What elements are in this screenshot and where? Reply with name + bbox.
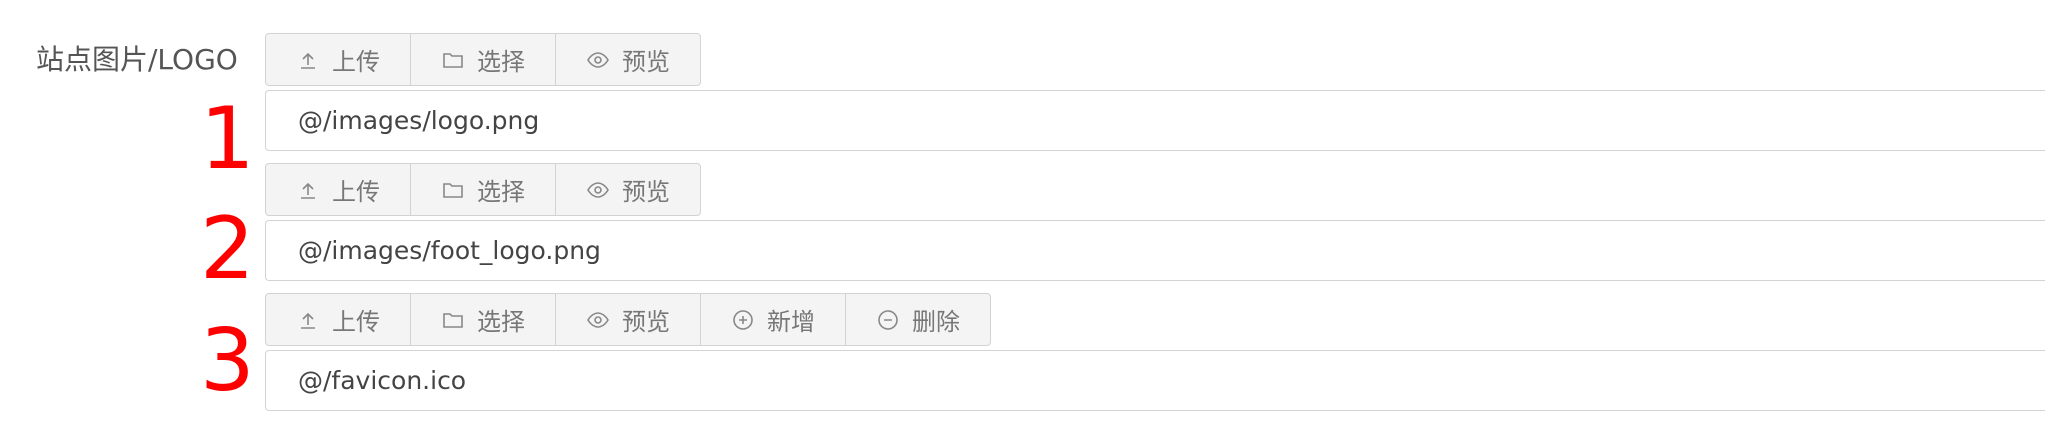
image-field-group-1: 上传 选择 预览 @/images/logo.png <box>265 33 2045 151</box>
preview-button[interactable]: 预览 <box>556 34 700 85</box>
preview-label: 预览 <box>622 48 670 76</box>
preview-button[interactable]: 预览 <box>556 294 701 345</box>
folder-icon <box>443 312 463 328</box>
image-field-group-3: 上传 选择 预览 新增 删除 @/favicon.ico <box>265 293 2045 411</box>
eye-icon <box>587 51 609 68</box>
upload-icon <box>301 312 315 329</box>
upload-icon <box>301 52 315 69</box>
select-button[interactable]: 选择 <box>411 164 556 215</box>
select-label: 选择 <box>477 48 525 76</box>
folder-icon <box>443 182 463 198</box>
image-toolbar-3: 上传 选择 预览 新增 删除 <box>265 293 991 346</box>
upload-button[interactable]: 上传 <box>266 294 411 345</box>
annotation-number-2: 2 <box>200 199 255 299</box>
upload-icon <box>301 182 315 199</box>
upload-label: 上传 <box>332 48 380 76</box>
image-field-group-2: 上传 选择 预览 @/images/foot_logo.png <box>265 163 2045 281</box>
image-path-input-1[interactable]: @/images/logo.png <box>265 90 2045 151</box>
upload-label: 上传 <box>332 178 380 206</box>
eye-icon <box>587 311 609 328</box>
eye-icon <box>587 181 609 198</box>
preview-label: 预览 <box>622 308 670 336</box>
minus-circle-icon <box>878 309 898 330</box>
delete-label: 删除 <box>912 308 960 336</box>
select-label: 选择 <box>477 178 525 206</box>
plus-circle-icon <box>733 309 753 330</box>
preview-button[interactable]: 预览 <box>556 164 700 215</box>
select-label: 选择 <box>477 308 525 336</box>
image-toolbar-2: 上传 选择 预览 <box>265 163 701 216</box>
annotation-number-1: 1 <box>200 89 255 189</box>
select-button[interactable]: 选择 <box>411 294 556 345</box>
add-label: 新增 <box>767 308 815 336</box>
upload-button[interactable]: 上传 <box>266 164 411 215</box>
upload-button[interactable]: 上传 <box>266 34 411 85</box>
add-button[interactable]: 新增 <box>701 294 846 345</box>
image-toolbar-1: 上传 选择 预览 <box>265 33 701 86</box>
image-path-value: @/images/foot_logo.png <box>298 236 601 265</box>
image-path-value: @/favicon.ico <box>298 366 467 395</box>
image-path-input-3[interactable]: @/favicon.ico <box>265 350 2045 411</box>
image-path-value: @/images/logo.png <box>298 106 540 135</box>
delete-button[interactable]: 删除 <box>846 294 990 345</box>
upload-label: 上传 <box>332 308 380 336</box>
select-button[interactable]: 选择 <box>411 34 556 85</box>
annotation-number-3: 3 <box>200 311 255 411</box>
field-label: 站点图片/LOGO <box>36 43 238 76</box>
image-path-input-2[interactable]: @/images/foot_logo.png <box>265 220 2045 281</box>
folder-icon <box>443 52 463 68</box>
preview-label: 预览 <box>622 178 670 206</box>
